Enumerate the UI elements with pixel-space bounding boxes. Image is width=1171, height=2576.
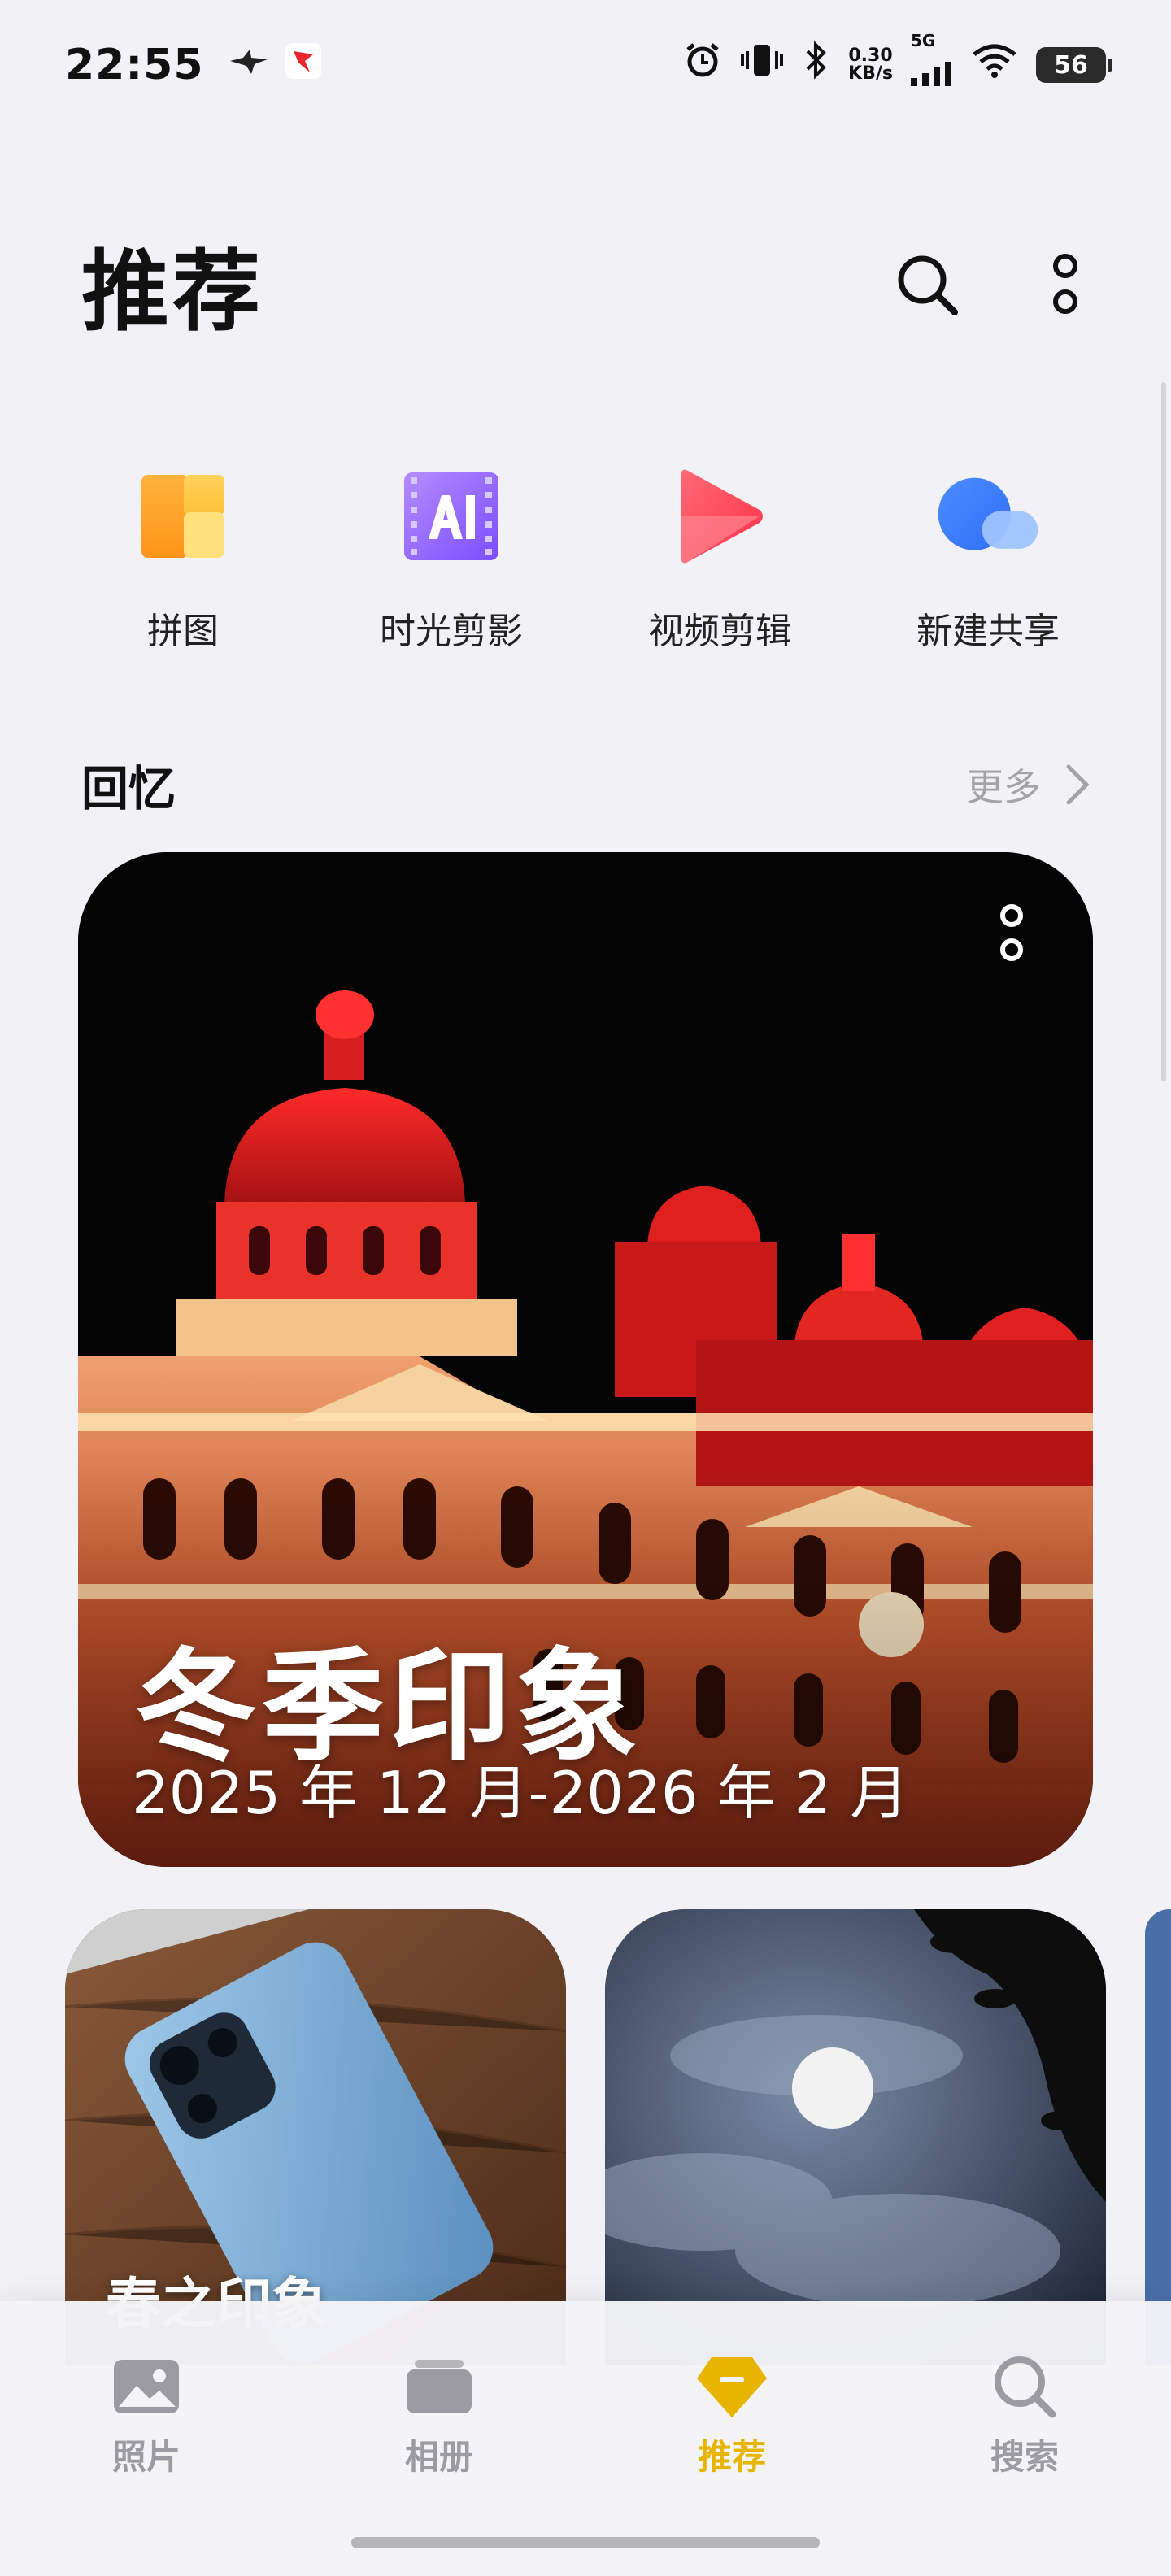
- quick-tools: 拼图 时光剪影 视频剪辑 新建共享: [81, 463, 1090, 654]
- network-type: 5G: [911, 31, 936, 50]
- network-speed-unit: KB/s: [848, 63, 893, 84]
- tool-collage[interactable]: 拼图: [81, 463, 285, 654]
- nav-recommend[interactable]: 推荐: [586, 2350, 878, 2479]
- vibrate-icon: [739, 41, 785, 89]
- search-icon: [898, 255, 958, 315]
- nav-search[interactable]: 搜索: [878, 2350, 1171, 2479]
- battery-indicator: 56: [1036, 47, 1112, 83]
- bottom-navigation: 照片 相册 推荐 搜索: [0, 2301, 1171, 2576]
- memories-section-header: 回忆 更多: [81, 752, 1090, 817]
- page-header: 推荐: [81, 228, 1090, 343]
- cell-signal-icon: [911, 48, 953, 97]
- alarm-icon: [684, 41, 721, 89]
- status-time: 22:55: [65, 41, 204, 89]
- scrollbar[interactable]: [1161, 382, 1166, 1081]
- nav-label: 推荐: [697, 2437, 766, 2477]
- nav-label: 搜索: [990, 2437, 1059, 2477]
- status-bar: 22:55 0.30 KB/s 5G 56: [0, 0, 1171, 130]
- memory-card[interactable]: [605, 1909, 1106, 2365]
- photos-icon: [110, 2350, 183, 2423]
- tool-label: 时光剪影: [380, 611, 523, 652]
- nav-label: 照片: [111, 2437, 181, 2477]
- more-vertical-icon: [1000, 904, 1023, 961]
- search-button[interactable]: [886, 244, 968, 325]
- page-title: 推荐: [81, 242, 264, 343]
- tool-label: 拼图: [147, 611, 219, 652]
- nav-photos[interactable]: 照片: [0, 2350, 293, 2479]
- more-options-button[interactable]: [1041, 244, 1090, 325]
- bird-notification-icon: [227, 41, 271, 89]
- section-title: 回忆: [81, 761, 176, 816]
- featured-memory-card[interactable]: 冬季印象 2025 年 12 月-2026 年 2 月: [78, 852, 1093, 1867]
- app-notification-icon: [285, 41, 321, 89]
- tool-label: 新建共享: [916, 611, 1060, 652]
- tool-video-edit[interactable]: 视频剪辑: [618, 463, 821, 654]
- albums-icon: [403, 2350, 476, 2423]
- search-icon: [988, 2350, 1061, 2423]
- card-more-button[interactable]: [979, 897, 1044, 970]
- more-memories-link[interactable]: 更多: [966, 758, 1090, 812]
- memory-date: 2025 年 12 月-2026 年 2 月: [132, 1759, 909, 1827]
- tool-ai-film[interactable]: 时光剪影: [350, 463, 553, 654]
- network-speed: 0.30: [848, 46, 893, 66]
- ai-film-icon: [398, 463, 504, 569]
- home-indicator[interactable]: [351, 2537, 820, 2548]
- shared-album-icon: [935, 463, 1041, 569]
- memory-card[interactable]: 春之印象: [65, 1909, 566, 2365]
- wifi-icon: [971, 41, 1018, 89]
- nav-label: 相册: [404, 2437, 473, 2477]
- tool-label: 视频剪辑: [648, 611, 791, 652]
- memory-thumbnail: [605, 1909, 1106, 2365]
- more-label: 更多: [966, 765, 1041, 809]
- tool-new-share[interactable]: 新建共享: [886, 463, 1090, 654]
- more-vertical-icon: [1053, 254, 1077, 314]
- gallery-recommend-page: 22:55 0.30 KB/s 5G 56 推荐 拼图 时光剪影 视频剪辑 新建…: [0, 0, 1171, 2576]
- video-edit-icon: [667, 463, 773, 569]
- collage-icon: [130, 463, 236, 569]
- memory-card-partial[interactable]: [1145, 1909, 1171, 2365]
- recommend-icon: [695, 2350, 768, 2423]
- chevron-right-icon: [1066, 764, 1090, 805]
- bluetooth-icon: [803, 41, 830, 89]
- nav-albums[interactable]: 相册: [293, 2350, 586, 2479]
